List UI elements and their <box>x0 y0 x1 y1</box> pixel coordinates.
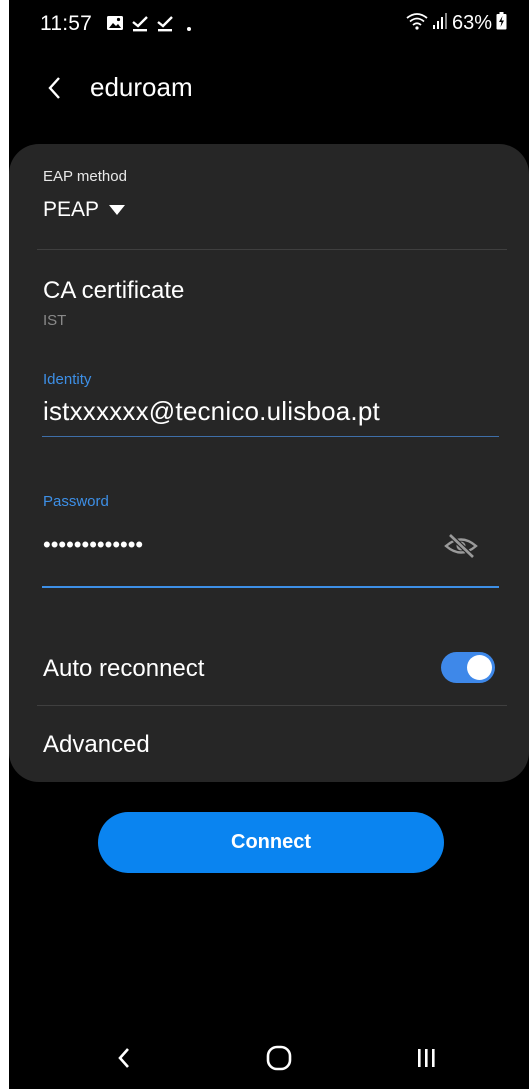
identity-input[interactable]: istxxxxxx@tecnico.ulisboa.pt <box>43 396 380 427</box>
dropdown-arrow-icon <box>109 205 126 215</box>
settings-card <box>9 144 529 782</box>
divider <box>37 705 507 706</box>
toggle-knob <box>467 655 492 680</box>
system-icons: 63% <box>406 12 507 35</box>
download-done-icon <box>156 14 174 37</box>
advanced-row[interactable]: Advanced <box>37 715 507 771</box>
back-nav-icon <box>118 1048 129 1068</box>
dot-icon <box>187 26 191 31</box>
eap-method-dropdown[interactable]: PEAP <box>43 198 126 222</box>
image-icon <box>106 15 124 36</box>
identity-label: Identity <box>43 371 92 388</box>
advanced-label: Advanced <box>43 731 150 758</box>
ca-certificate-value: IST <box>43 312 67 329</box>
ca-certificate-row[interactable]: CA certificate IST <box>37 268 507 340</box>
status-time: 11:57 <box>40 12 92 35</box>
auto-reconnect-toggle[interactable] <box>441 652 495 683</box>
divider <box>37 249 507 250</box>
battery-charging-icon <box>496 12 507 35</box>
password-underline <box>42 586 499 588</box>
back-button[interactable] <box>37 68 71 108</box>
eye-off-icon <box>444 533 478 559</box>
header: eduroam <box>9 60 529 116</box>
eap-method-label: EAP method <box>43 168 127 185</box>
home-icon <box>266 1045 292 1071</box>
ca-certificate-label: CA certificate <box>43 277 185 304</box>
connect-button[interactable]: Connect <box>98 812 444 873</box>
recent-apps-button[interactable] <box>401 1036 451 1080</box>
password-label: Password <box>43 493 109 510</box>
identity-underline <box>42 436 499 437</box>
phone-screen: 11:57 63% eduroam EAP method PEAP CA cer… <box>9 0 529 1089</box>
password-input[interactable]: ••••••••••••• <box>43 532 143 558</box>
navigation-bar <box>9 1030 529 1089</box>
status-bar: 11:57 63% <box>9 0 529 44</box>
download-done-icon <box>131 14 149 37</box>
recent-apps-icon <box>418 1049 435 1067</box>
page-title: eduroam <box>90 72 193 102</box>
notification-icons <box>106 14 191 37</box>
signal-icon <box>432 12 448 35</box>
back-nav-button[interactable] <box>99 1036 149 1080</box>
auto-reconnect-label: Auto reconnect <box>43 655 205 682</box>
chevron-left-icon <box>48 77 60 99</box>
wifi-icon <box>406 12 428 35</box>
home-button[interactable] <box>254 1036 304 1080</box>
show-password-button[interactable] <box>441 528 481 564</box>
eap-method-value: PEAP <box>43 198 100 221</box>
battery-level: 63% <box>451 12 492 34</box>
